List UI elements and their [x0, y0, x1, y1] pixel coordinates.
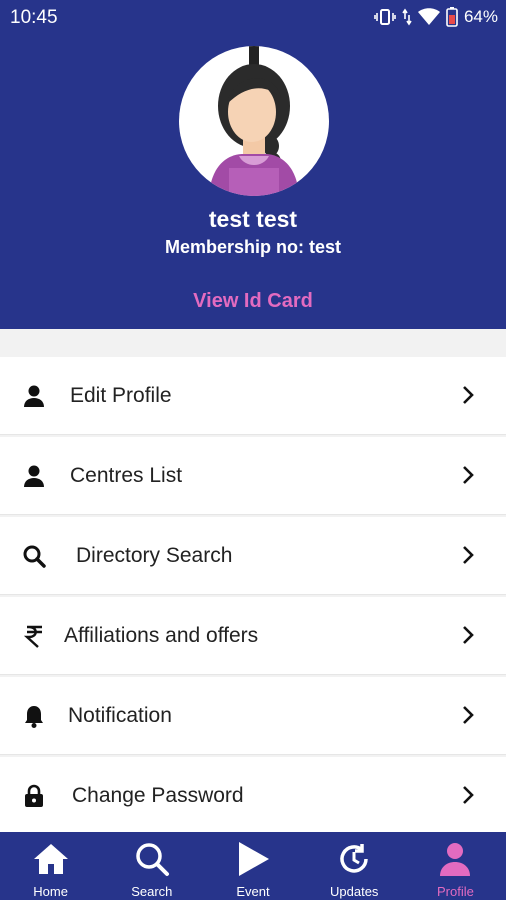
chevron-right-icon: [463, 466, 474, 484]
menu-item-centres-list[interactable]: Centres List: [0, 437, 506, 515]
home-icon: [33, 844, 68, 874]
lock-icon: [25, 784, 43, 807]
nav-label: Search: [131, 884, 173, 899]
chevron-right-icon: [463, 786, 474, 804]
chevron-right-icon: [463, 626, 474, 644]
menu-item-affiliations[interactable]: Affiliations and offers: [0, 597, 506, 675]
menu-item-directory-search[interactable]: Directory Search: [0, 517, 506, 595]
menu-item-label: Change Password: [72, 784, 244, 807]
status-bar: 10:45 64%: [0, 0, 506, 36]
user-icon: [24, 385, 44, 407]
profile-header: test test Membership no: test View Id Ca…: [0, 36, 506, 329]
search-icon: [23, 545, 46, 568]
avatar: [179, 46, 329, 196]
battery-percent: 64%: [463, 7, 498, 26]
nav-profile[interactable]: Profile: [405, 832, 506, 900]
nav-event[interactable]: Event: [202, 832, 303, 900]
menu-item-label: Notification: [68, 704, 172, 727]
rupee-icon: [23, 625, 42, 648]
menu-item-label: Centres List: [70, 464, 183, 487]
bell-icon: [25, 706, 43, 728]
status-icons: 64%: [374, 7, 498, 27]
nav-label: Updates: [330, 884, 379, 899]
nav-updates[interactable]: Updates: [304, 832, 405, 900]
membership-number: Membership no: test: [164, 237, 342, 257]
menu-item-label: Edit Profile: [70, 384, 172, 407]
vibrate-icon: [374, 8, 396, 26]
chevron-right-icon: [463, 706, 474, 724]
status-time: 10:45: [10, 7, 58, 28]
nav-home[interactable]: Home: [0, 832, 101, 900]
bottom-navigation: Home Search Event Updates Profile: [0, 832, 506, 900]
nav-label: Profile: [436, 884, 474, 899]
nav-search[interactable]: Search: [101, 832, 202, 900]
menu-item-change-password[interactable]: Change Password: [0, 757, 506, 835]
chevron-right-icon: [463, 386, 474, 404]
menu-item-label: Directory Search: [76, 544, 233, 567]
view-id-card-link[interactable]: View Id Card: [0, 290, 506, 313]
wifi-icon: [417, 8, 440, 26]
menu-item-notification[interactable]: Notification: [0, 677, 506, 755]
user-icon: [24, 465, 44, 487]
avatar-circle: [179, 46, 329, 196]
updates-icon: [340, 844, 368, 873]
profile-icon: [440, 843, 471, 876]
chevron-right-icon: [463, 546, 474, 564]
data-arrows-icon: [402, 8, 412, 26]
nav-label: Event: [236, 884, 270, 899]
profile-name: test test: [208, 206, 298, 232]
battery-icon: [446, 7, 458, 27]
menu-item-label: Affiliations and offers: [64, 624, 259, 647]
avatar-illustration: [209, 46, 299, 196]
play-icon: [239, 842, 269, 876]
nav-label: Home: [33, 884, 68, 899]
menu-item-edit-profile[interactable]: Edit Profile: [0, 357, 506, 435]
search-icon: [136, 843, 169, 876]
